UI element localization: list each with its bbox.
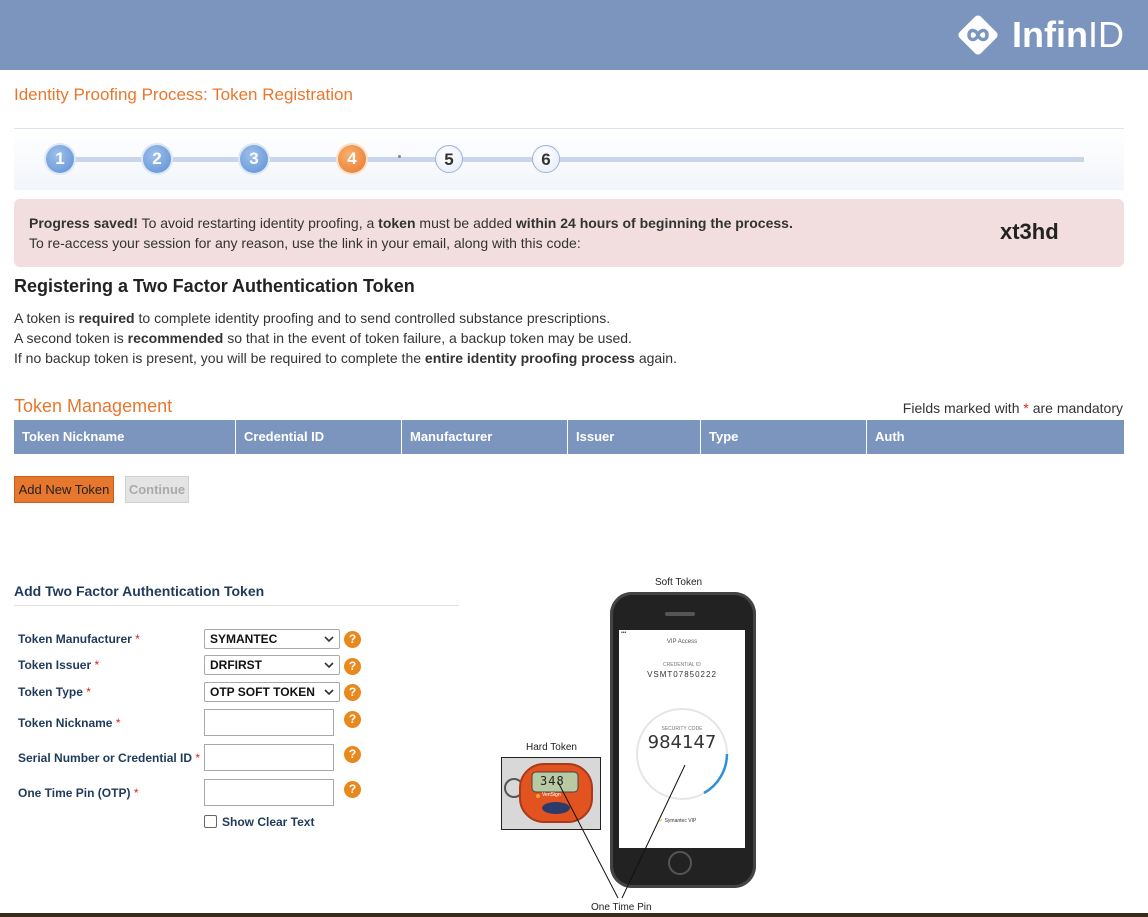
step-separator — [398, 155, 401, 158]
step-3: 3 — [240, 145, 268, 173]
mandatory-note: Fields marked with * are mandatory — [902, 400, 1123, 416]
alert-line-1: Progress saved! To avoid restarting iden… — [29, 215, 793, 231]
one-time-pin-label: One Time Pin — [591, 902, 652, 913]
show-clear-text-checkbox[interactable] — [204, 815, 217, 828]
otp-input[interactable] — [204, 779, 334, 806]
continue-button[interactable]: Continue — [125, 476, 189, 503]
phone-credential-id: VSMT07850222 — [647, 670, 717, 679]
type-help-icon[interactable]: ? — [344, 684, 361, 701]
manufacturer-label: Token Manufacturer * — [18, 632, 140, 646]
nickname-input[interactable] — [204, 709, 334, 736]
column-issuer[interactable]: Issuer — [568, 420, 701, 454]
token-management-title: Token Management — [14, 396, 173, 416]
session-code: xt3hd — [1000, 219, 1059, 244]
chevron-down-icon — [324, 689, 334, 696]
phone-security-code: 984147 — [647, 732, 717, 753]
issuer-select[interactable]: DRFIRST — [204, 655, 340, 675]
issuer-label: Token Issuer * — [18, 658, 100, 672]
paragraph-recommended: A second token is recommended so that in… — [14, 330, 632, 346]
otp-help-icon[interactable]: ? — [344, 781, 361, 798]
bottom-edge-bar — [0, 913, 1148, 917]
step-1: 1 — [46, 145, 74, 173]
step-5: 5 — [435, 145, 463, 173]
soft-token-label: Soft Token — [655, 577, 703, 588]
progress-stepper: 1 2 3 4 5 6 — [14, 128, 1124, 190]
nickname-help-icon[interactable]: ? — [344, 711, 361, 728]
phone-speaker — [665, 612, 695, 616]
serial-help-icon[interactable]: ? — [344, 746, 361, 763]
nickname-label: Token Nickname * — [18, 716, 121, 730]
type-label: Token Type * — [18, 685, 91, 699]
otp-pointer-lines — [557, 764, 686, 899]
manufacturer-help-icon[interactable]: ? — [344, 631, 361, 648]
type-select[interactable]: OTP SOFT TOKEN — [204, 682, 340, 702]
infinity-logo-icon — [956, 13, 1000, 57]
progress-saved-alert: Progress saved! To avoid restarting iden… — [14, 199, 1124, 267]
stepper-track — [60, 157, 1084, 162]
otp-label: One Time Pin (OTP) * — [18, 786, 139, 800]
top-header-bar: InfinID — [0, 0, 1148, 70]
hard-token-label: Hard Token — [526, 742, 577, 753]
serial-label: Serial Number or Credential ID * — [18, 751, 201, 765]
column-type[interactable]: Type — [701, 420, 867, 454]
paragraph-backup: If no backup token is present, you will … — [14, 350, 677, 366]
step-6: 6 — [532, 145, 560, 173]
chevron-down-icon — [324, 636, 334, 643]
page-title: Identity Proofing Process: Token Registr… — [14, 85, 353, 104]
add-token-form-title: Add Two Factor Authentication Token — [14, 583, 265, 599]
step-4: 4 — [338, 145, 366, 173]
chevron-down-icon — [324, 662, 334, 669]
add-new-token-button[interactable]: Add New Token — [14, 476, 114, 503]
phone-credential-label: CREDENTIAL ID — [663, 662, 701, 668]
infinid-logo: InfinID — [956, 10, 1124, 60]
step-2: 2 — [143, 145, 171, 173]
phone-app-header: VIP Access — [666, 639, 698, 645]
manufacturer-select[interactable]: SYMANTEC — [204, 629, 340, 649]
show-clear-text-label[interactable]: Show Clear Text — [222, 815, 314, 829]
token-table-header: Token Nickname Credential ID Manufacture… — [14, 420, 1124, 454]
column-manufacturer[interactable]: Manufacturer — [402, 420, 568, 454]
column-token-nickname[interactable]: Token Nickname — [14, 420, 236, 454]
section-heading: Registering a Two Factor Authentication … — [14, 276, 415, 296]
column-credential-id[interactable]: Credential ID — [236, 420, 402, 454]
serial-input[interactable] — [204, 744, 334, 771]
column-auth[interactable]: Auth — [867, 420, 1124, 454]
issuer-help-icon[interactable]: ? — [344, 658, 361, 675]
form-divider — [14, 605, 459, 606]
paragraph-required: A token is required to complete identity… — [14, 310, 611, 326]
alert-line-2: To re-access your session for any reason… — [29, 235, 581, 251]
